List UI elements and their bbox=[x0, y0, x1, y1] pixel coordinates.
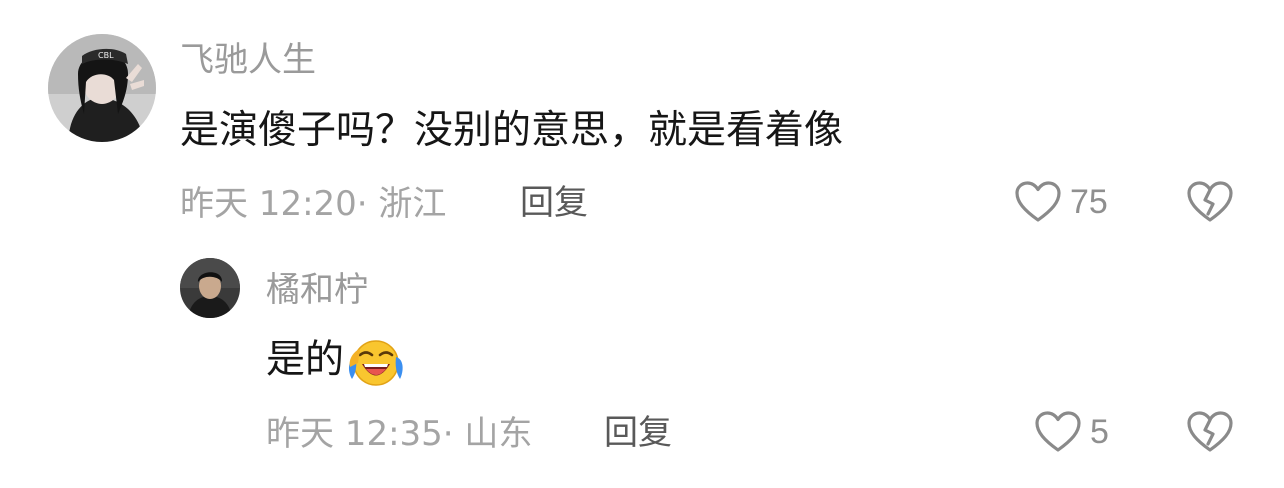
loudly-crying-laughing-emoji bbox=[346, 337, 404, 387]
comment-time: 昨天 12:20 bbox=[180, 184, 357, 224]
svg-text:CBL: CBL bbox=[98, 51, 114, 60]
user-avatar[interactable]: CBL bbox=[48, 34, 156, 142]
user-avatar[interactable] bbox=[180, 258, 240, 318]
meta-separator: · bbox=[356, 184, 368, 224]
heart-outline-icon bbox=[1035, 411, 1081, 452]
comment-location: 山东 bbox=[464, 414, 533, 454]
comment-text: 是演傻子吗？没别的意思，就是看着像 bbox=[180, 108, 844, 153]
avatar-photo-icon bbox=[180, 258, 240, 318]
like-count: 75 bbox=[1070, 183, 1108, 221]
loudly-crying-laughing-emoji-icon bbox=[348, 340, 403, 386]
comment-meta: 昨天 12:35· 山东 bbox=[266, 417, 532, 451]
like-button[interactable]: 5 bbox=[1034, 410, 1109, 454]
dislike-button[interactable] bbox=[1186, 410, 1234, 454]
dislike-button[interactable] bbox=[1186, 180, 1234, 224]
like-count: 5 bbox=[1090, 413, 1109, 451]
comment-username[interactable]: 橘和柠 bbox=[266, 273, 368, 307]
comment-text: 是的 bbox=[266, 337, 404, 387]
broken-heart-icon bbox=[1187, 411, 1233, 452]
comment-text-content: 是的 bbox=[266, 337, 345, 383]
meta-separator: · bbox=[442, 414, 454, 454]
comment-time: 昨天 12:35 bbox=[266, 414, 443, 454]
broken-heart-icon bbox=[1187, 181, 1233, 222]
avatar-photo-icon: CBL bbox=[48, 34, 156, 142]
comment-meta: 昨天 12:20· 浙江 bbox=[180, 187, 446, 221]
like-button[interactable]: 75 bbox=[1014, 180, 1108, 224]
comment-username[interactable]: 飞驰人生 bbox=[180, 43, 316, 77]
reply-button[interactable]: 回复 bbox=[520, 186, 588, 220]
reply-button[interactable]: 回复 bbox=[604, 416, 672, 450]
comment-location: 浙江 bbox=[378, 184, 447, 224]
heart-outline-icon bbox=[1015, 181, 1061, 222]
